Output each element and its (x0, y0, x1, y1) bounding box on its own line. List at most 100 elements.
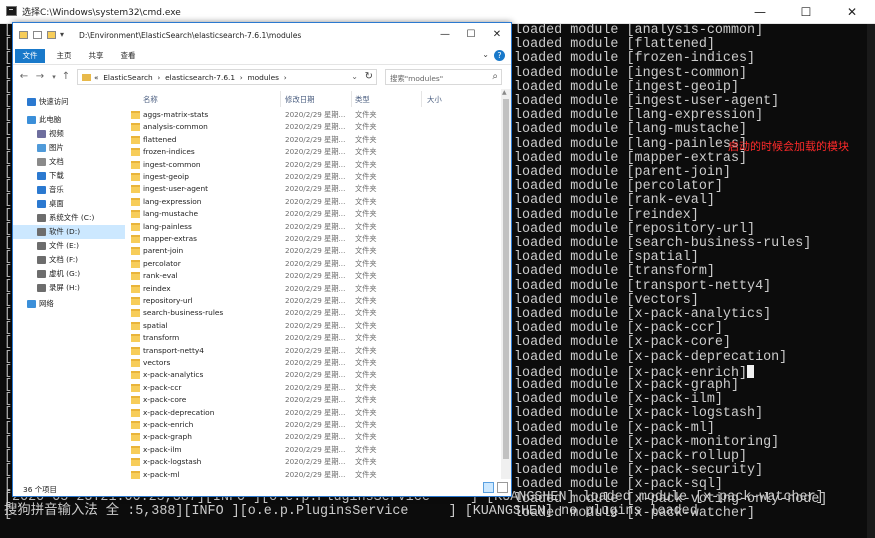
file-row[interactable]: x-pack-logstash 2020/2/29 星期... 文件夹 (125, 456, 501, 468)
console-bracket-fragment: [ (4, 65, 13, 81)
scroll-up-icon[interactable]: ▲ (502, 89, 507, 96)
sidebar-item[interactable]: 图片 (13, 141, 125, 155)
sidebar-item[interactable]: 软件 (D:) (13, 225, 125, 239)
tab-share[interactable]: 共享 (85, 49, 107, 63)
explorer-scrollbar[interactable]: ▲ (501, 89, 511, 479)
file-row[interactable]: vectors 2020/2/29 星期... 文件夹 (125, 357, 501, 369)
file-row[interactable]: ingest-geoip 2020/2/29 星期... 文件夹 (125, 171, 501, 183)
column-header-name[interactable]: 名称 (143, 94, 158, 105)
file-row[interactable]: reindex 2020/2/29 星期... 文件夹 (125, 283, 501, 295)
quick-access-dropdown-icon[interactable]: ▾ (60, 30, 64, 39)
file-row[interactable]: parent-join 2020/2/29 星期... 文件夹 (125, 245, 501, 257)
column-divider[interactable] (421, 91, 422, 107)
sidebar-item[interactable]: 快速访问 (13, 95, 125, 109)
file-row[interactable]: analysis-common 2020/2/29 星期... 文件夹 (125, 121, 501, 133)
folder-icon (131, 197, 140, 206)
sidebar-item[interactable]: 文档 (F:) (13, 253, 125, 267)
sidebar-item[interactable]: 下载 (13, 169, 125, 183)
refresh-icon[interactable]: ↻ (365, 71, 373, 82)
file-row[interactable]: lang-painless 2020/2/29 星期... 文件夹 (125, 221, 501, 233)
explorer-close-button[interactable]: ✕ (485, 27, 509, 43)
cmd-close-button[interactable]: ✕ (829, 0, 875, 24)
file-row[interactable]: x-pack-core 2020/2/29 星期... 文件夹 (125, 394, 501, 406)
forward-arrow-icon[interactable]: → (33, 70, 47, 84)
column-divider[interactable] (351, 91, 352, 107)
file-row[interactable]: x-pack-ilm 2020/2/29 星期... 文件夹 (125, 444, 501, 456)
file-row[interactable]: search-business-rules 2020/2/29 星期... 文件夹 (125, 307, 501, 319)
large-icons-view-icon[interactable] (497, 482, 508, 493)
sidebar-item[interactable]: 文件 (E:) (13, 239, 125, 253)
address-dropdown-icon[interactable]: ⌄ (351, 72, 358, 81)
sidebar-item[interactable]: 桌面 (13, 197, 125, 211)
file-row[interactable]: x-pack-enrich 2020/2/29 星期... 文件夹 (125, 419, 501, 431)
file-date: 2020/2/29 星期... (285, 432, 346, 442)
file-row[interactable]: repository-url 2020/2/29 星期... 文件夹 (125, 295, 501, 307)
sidebar-item-label: 网络 (39, 299, 54, 308)
file-row[interactable]: x-pack-analytics 2020/2/29 星期... 文件夹 (125, 369, 501, 381)
column-divider[interactable] (280, 91, 281, 107)
new-folder-icon[interactable] (47, 31, 56, 39)
cmd-maximize-button[interactable]: ☐ (783, 0, 829, 24)
console-module-line: loaded module [frozen-indices] (514, 51, 756, 67)
tab-home[interactable]: 主页 (53, 49, 75, 63)
sidebar-item-label: 文档 (49, 157, 64, 166)
file-row[interactable]: x-pack-ml 2020/2/29 星期... 文件夹 (125, 469, 501, 479)
explorer-maximize-button[interactable]: ☐ (459, 27, 483, 43)
file-row[interactable]: lang-mustache 2020/2/29 星期... 文件夹 (125, 208, 501, 220)
folder-icon (131, 383, 140, 392)
column-header-date[interactable]: 修改日期 (285, 94, 315, 105)
cmd-scrollbar[interactable] (867, 24, 875, 538)
search-icon[interactable]: ⌕ (492, 71, 498, 82)
sidebar-item[interactable]: 音乐 (13, 183, 125, 197)
tab-file[interactable]: 文件 (15, 49, 45, 63)
folder-icon (131, 346, 140, 355)
sidebar-item-label: 快速访问 (39, 97, 69, 106)
file-row[interactable]: transform 2020/2/29 星期... 文件夹 (125, 332, 501, 344)
ribbon-expand-icon[interactable]: ⌄ (482, 50, 489, 59)
explorer-minimize-button[interactable]: — (433, 27, 457, 43)
file-row[interactable]: percolator 2020/2/29 星期... 文件夹 (125, 258, 501, 270)
file-row[interactable]: rank-eval 2020/2/29 星期... 文件夹 (125, 270, 501, 282)
sidebar-item[interactable]: 系统文件 (C:) (13, 211, 125, 225)
sidebar-item[interactable]: 网络 (13, 297, 125, 311)
file-row[interactable]: mapper-extras 2020/2/29 星期... 文件夹 (125, 233, 501, 245)
help-icon[interactable]: ? (494, 50, 505, 61)
search-input[interactable]: 搜索"modules" (390, 73, 443, 84)
address-bar[interactable]: « ElasticSearch › elasticsearch-7.6.1 › … (77, 69, 377, 85)
sidebar-item[interactable]: 文档 (13, 155, 125, 169)
file-row[interactable]: transport-netty4 2020/2/29 星期... 文件夹 (125, 345, 501, 357)
sidebar-item[interactable]: 录屏 (H:) (13, 281, 125, 295)
sidebar-item[interactable]: 此电脑 (13, 113, 125, 127)
navigation-pane: 快速访问此电脑 视频 图片文档下载 音乐 桌面 系统文件 (C:) 软件 (D:) 文件 (E… (13, 89, 125, 479)
console-module-line: loaded module [x-pack-analytics] (514, 307, 772, 322)
file-row[interactable]: flattened 2020/2/29 星期... 文件夹 (125, 134, 501, 146)
file-row[interactable]: spatial 2020/2/29 星期... 文件夹 (125, 320, 501, 332)
file-row[interactable]: x-pack-deprecation 2020/2/29 星期... 文件夹 (125, 407, 501, 419)
up-arrow-icon[interactable]: ↑ (59, 70, 73, 84)
address-path[interactable]: « ElasticSearch › elasticsearch-7.6.1 › … (94, 73, 287, 82)
file-row[interactable]: lang-expression 2020/2/29 星期... 文件夹 (125, 196, 501, 208)
file-row[interactable]: ingest-common 2020/2/29 星期... 文件夹 (125, 159, 501, 171)
file-type: 文件夹 (355, 345, 377, 355)
back-arrow-icon[interactable]: ← (17, 70, 31, 84)
file-row[interactable]: frozen-indices 2020/2/29 星期... 文件夹 (125, 146, 501, 158)
file-row[interactable]: x-pack-ccr 2020/2/29 星期... 文件夹 (125, 382, 501, 394)
file-row[interactable]: ingest-user-agent 2020/2/29 星期... 文件夹 (125, 183, 501, 195)
file-name: ingest-geoip (143, 172, 189, 181)
file-row[interactable]: aggs-matrix-stats 2020/2/29 星期... 文件夹 (125, 109, 501, 121)
console-bracket-fragment: [ (4, 122, 13, 138)
file-row[interactable]: x-pack-graph 2020/2/29 星期... 文件夹 (125, 431, 501, 443)
column-header-size[interactable]: 大小 (427, 94, 442, 105)
sidebar-item[interactable]: 视频 (13, 127, 125, 141)
console-module-line: loaded module [percolator] (514, 179, 723, 195)
sidebar-item[interactable]: 虚机 (G:) (13, 267, 125, 281)
search-box[interactable]: 搜索"modules" ⌕ (385, 69, 502, 85)
console-module-line: loaded module [spatial] (514, 250, 699, 266)
details-view-icon[interactable] (483, 482, 494, 493)
cmd-minimize-button[interactable]: — (737, 0, 783, 24)
column-header-type[interactable]: 类型 (355, 94, 370, 105)
tab-view[interactable]: 查看 (117, 49, 139, 63)
properties-icon[interactable] (33, 31, 42, 39)
scrollbar-thumb[interactable] (503, 99, 509, 459)
console-bracket-fragment: [ (4, 236, 13, 251)
